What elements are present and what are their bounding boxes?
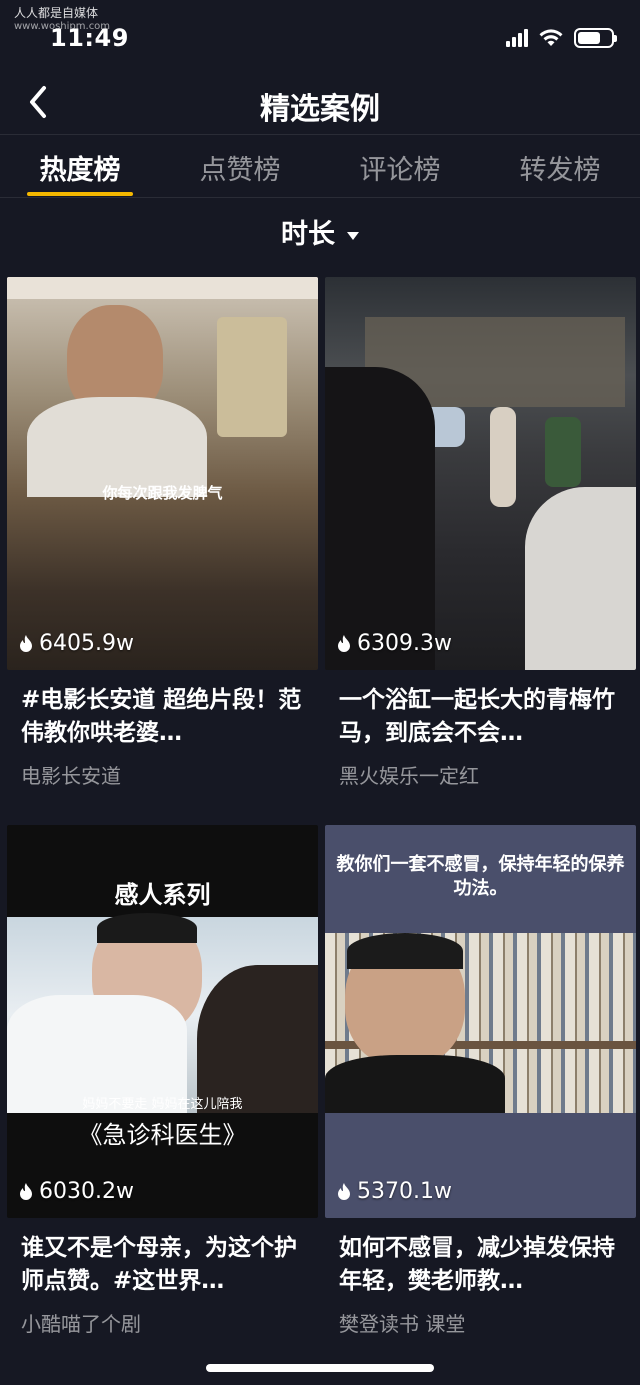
video-caption: 你每次跟我发脾气 — [102, 484, 223, 502]
page-title: 精选案例 — [260, 92, 380, 127]
play-count: 5370.1w — [337, 1179, 452, 1204]
video-card[interactable]: 6309.3w 一个浴缸一起长大的青梅竹马，到底会不会… 黑火娱乐一定红 — [325, 277, 636, 789]
video-title: 谁又不是个母亲，为这个护师点赞。#这世界… — [21, 1235, 297, 1294]
video-author[interactable]: 小酷喵了个剧 — [7, 1308, 318, 1337]
flame-icon — [338, 634, 350, 652]
video-caption-top: 教你们一套不感冒，保持年轻的保养功法。 — [336, 854, 625, 899]
video-title: #电影长安道 超绝片段！范伟教你哄老婆… — [21, 687, 302, 746]
video-thumbnail: 6309.3w — [325, 277, 636, 670]
status-bar: 11:49 — [0, 0, 640, 70]
play-count-value: 6030.2w — [39, 1179, 134, 1204]
video-author[interactable]: 黑火娱乐一定红 — [325, 760, 636, 789]
play-count: 6030.2w — [19, 1179, 134, 1204]
tab-bar: 热度榜 点赞榜 评论榜 转发榜 — [0, 136, 640, 198]
video-caption-bottom: 《急诊科医生》 — [78, 1121, 247, 1149]
tab-comments[interactable]: 评论榜 — [320, 148, 480, 187]
play-count: 6405.9w — [19, 631, 134, 656]
nav-bar: 精选案例 — [0, 70, 640, 135]
play-count-value: 6309.3w — [357, 631, 452, 656]
battery-icon — [574, 28, 617, 48]
video-card[interactable]: 教你们一套不感冒，保持年轻的保养功法。 5370.1w 如何不感冒，减少掉发保持… — [325, 825, 636, 1337]
sort-dropdown[interactable]: 时长 — [0, 212, 640, 251]
video-title: 如何不感冒，减少掉发保持年轻，樊老师教… — [339, 1235, 615, 1294]
video-thumbnail: 感人系列 妈妈不要走 妈妈在这儿陪我 《急诊科医生》 6030.2w — [7, 825, 318, 1218]
tab-shares[interactable]: 转发榜 — [480, 148, 640, 187]
video-caption-top: 感人系列 — [114, 881, 211, 909]
caret-down-icon — [347, 231, 359, 240]
flame-icon — [338, 1182, 350, 1200]
play-count: 6309.3w — [337, 631, 452, 656]
video-card[interactable]: 感人系列 妈妈不要走 妈妈在这儿陪我 《急诊科医生》 6030.2w 谁又不是个… — [7, 825, 318, 1337]
tab-active-indicator — [27, 192, 133, 196]
flame-icon — [20, 1182, 32, 1200]
video-author[interactable]: 电影长安道 — [7, 760, 318, 789]
video-title: 一个浴缸一起长大的青梅竹马，到底会不会… — [339, 687, 615, 746]
video-card[interactable]: 你每次跟我发脾气 6405.9w #电影长安道 超绝片段！范伟教你哄老婆… 电影… — [7, 277, 318, 789]
play-count-value: 6405.9w — [39, 631, 134, 656]
play-count-value: 5370.1w — [357, 1179, 452, 1204]
tab-likes[interactable]: 点赞榜 — [160, 148, 320, 187]
video-thumbnail: 教你们一套不感冒，保持年轻的保养功法。 5370.1w — [325, 825, 636, 1218]
home-indicator[interactable] — [206, 1364, 434, 1372]
tab-hot[interactable]: 热度榜 — [0, 148, 160, 187]
signal-icon — [506, 29, 528, 47]
wifi-icon — [539, 29, 563, 46]
status-icons — [506, 28, 617, 48]
flame-icon — [20, 634, 32, 652]
video-subtitle: 妈妈不要走 妈妈在这儿陪我 — [82, 1097, 243, 1112]
status-time: 11:49 — [50, 24, 129, 52]
video-author[interactable]: 樊登读书 课堂 — [325, 1308, 636, 1337]
video-thumbnail: 你每次跟我发脾气 6405.9w — [7, 277, 318, 670]
sort-label: 时长 — [281, 219, 335, 250]
